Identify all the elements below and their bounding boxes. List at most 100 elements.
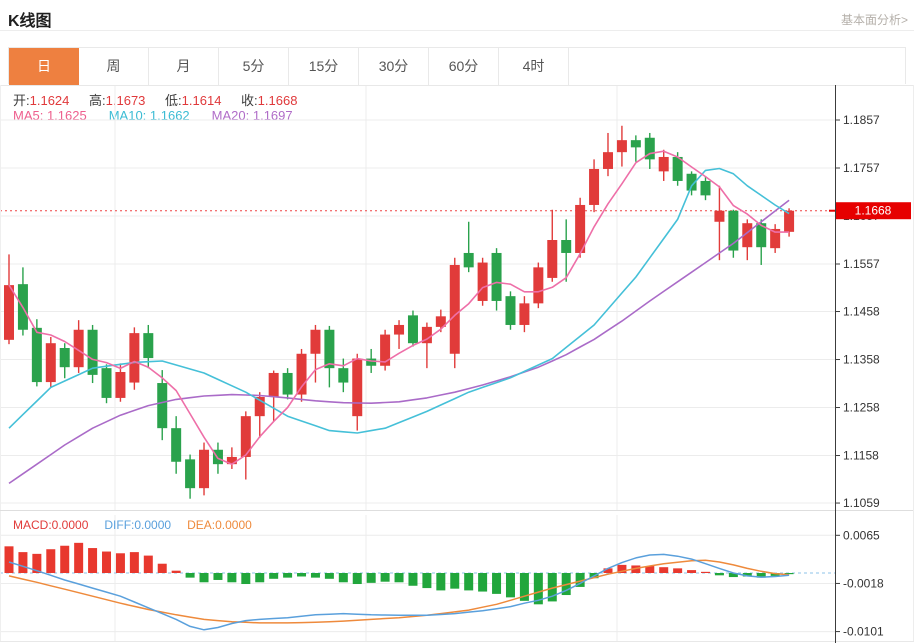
- candle-up: [533, 267, 543, 303]
- macd-bar-down: [464, 573, 473, 590]
- macd-legend-item: DEA:0.0000: [187, 518, 252, 532]
- candle-down: [283, 373, 293, 395]
- tab-日[interactable]: 日: [9, 48, 79, 85]
- diff-line: [9, 554, 789, 629]
- macd-bar-up: [158, 564, 167, 573]
- tab-周[interactable]: 周: [79, 48, 149, 85]
- kline-chart[interactable]: 1.18571.17571.16571.15571.14581.13581.12…: [0, 85, 914, 643]
- tab-月[interactable]: 月: [149, 48, 219, 85]
- candle-down: [505, 296, 515, 325]
- candle-up: [450, 265, 460, 354]
- candle-up: [297, 354, 307, 395]
- macd-bar-down: [506, 573, 515, 597]
- macd-bar-down: [422, 573, 431, 588]
- macd-bar-down: [450, 573, 459, 589]
- macd-bar-down: [186, 573, 195, 578]
- macd-bar-down: [255, 573, 264, 582]
- macd-bar-up: [74, 543, 83, 573]
- macd-tick-label: -0.0018: [843, 576, 884, 590]
- candle-up: [129, 333, 139, 382]
- candle-down: [631, 140, 641, 147]
- macd-bar-down: [492, 573, 501, 594]
- macd-bar-down: [227, 573, 236, 582]
- candle-down: [171, 428, 181, 462]
- price-tick-label: 1.1757: [843, 161, 880, 175]
- candle-up: [352, 359, 362, 417]
- macd-bar-up: [60, 546, 69, 573]
- macd-bar-down: [436, 573, 445, 590]
- candle-up: [603, 152, 613, 169]
- candle-down: [32, 328, 42, 382]
- macd-bar-down: [241, 573, 250, 584]
- macd-legend: MACD:0.0000 DIFF:0.0000 DEA:0.0000: [13, 518, 268, 532]
- candle-up: [269, 373, 279, 397]
- candle-down: [701, 181, 711, 195]
- candle-down: [338, 368, 348, 382]
- candle-up: [199, 450, 209, 488]
- candle-down: [60, 348, 70, 367]
- macd-bar-up: [130, 552, 139, 573]
- macd-bar-down: [297, 573, 306, 576]
- macd-bar-up: [88, 548, 97, 573]
- macd-bar-up: [172, 571, 181, 573]
- dea-line: [9, 560, 789, 623]
- macd-tick-label: 0.0065: [843, 528, 880, 542]
- macd-bar-up: [102, 552, 111, 573]
- candle-down: [728, 211, 738, 251]
- fundamental-analysis-link[interactable]: 基本面分析>: [841, 11, 908, 28]
- macd-bar-down: [381, 573, 390, 582]
- macd-tick-label: -0.0101: [843, 625, 884, 639]
- current-price-label: 1.1668: [855, 204, 892, 218]
- macd-bar-down: [715, 573, 724, 575]
- macd-bar-down: [339, 573, 348, 582]
- candle-up: [115, 372, 125, 398]
- axis-labels: 1.18571.17571.16571.15571.14581.13581.12…: [835, 113, 884, 639]
- candle-up: [659, 157, 669, 171]
- price-tick-label: 1.1458: [843, 305, 880, 319]
- candle-up: [784, 211, 794, 232]
- candle-up: [478, 263, 488, 301]
- macd-bar-up: [701, 572, 710, 573]
- price-tick-label: 1.1557: [843, 257, 880, 271]
- candles-layer: [4, 126, 794, 499]
- tab-15分[interactable]: 15分: [289, 48, 359, 85]
- macd-bar-up: [46, 549, 55, 573]
- macd-bar-down: [213, 573, 222, 580]
- price-tick-label: 1.1857: [843, 113, 880, 127]
- tab-4时[interactable]: 4时: [499, 48, 569, 85]
- macd-bar-down: [395, 573, 404, 582]
- price-tick-label: 1.1158: [843, 449, 879, 463]
- macd-legend-item: DIFF:0.0000: [104, 518, 171, 532]
- page-title: K线图: [8, 7, 52, 31]
- price-tick-label: 1.1258: [843, 401, 880, 415]
- macd-bar-down: [353, 573, 362, 584]
- candle-up: [714, 211, 724, 222]
- macd-legend-item: MACD:0.0000: [13, 518, 88, 532]
- candle-up: [46, 343, 56, 382]
- timeframe-tabbar: 日周月5分15分30分60分4时: [8, 47, 906, 84]
- header-divider: [0, 30, 914, 31]
- candle-down: [408, 315, 418, 343]
- tab-60分[interactable]: 60分: [429, 48, 499, 85]
- macd-bar-down: [367, 573, 376, 583]
- macd-bar-down: [269, 573, 278, 579]
- macd-histogram-layer: [5, 543, 794, 604]
- macd-bar-down: [408, 573, 417, 586]
- tab-30分[interactable]: 30分: [359, 48, 429, 85]
- candle-down: [673, 157, 683, 181]
- price-tick-label: 1.1358: [843, 353, 880, 367]
- candle-up: [617, 140, 627, 152]
- candle-down: [492, 253, 502, 301]
- candle-down: [324, 330, 334, 368]
- macd-bar-down: [478, 573, 487, 592]
- candle-down: [561, 240, 571, 253]
- macd-bar-up: [116, 553, 125, 573]
- candle-down: [102, 368, 112, 398]
- candle-up: [589, 169, 599, 205]
- macd-bar-up: [5, 546, 14, 573]
- macd-bar-down: [325, 573, 334, 579]
- tab-5分[interactable]: 5分: [219, 48, 289, 85]
- candle-up: [547, 240, 557, 278]
- macd-bar-up: [673, 568, 682, 573]
- candle-down: [185, 459, 195, 488]
